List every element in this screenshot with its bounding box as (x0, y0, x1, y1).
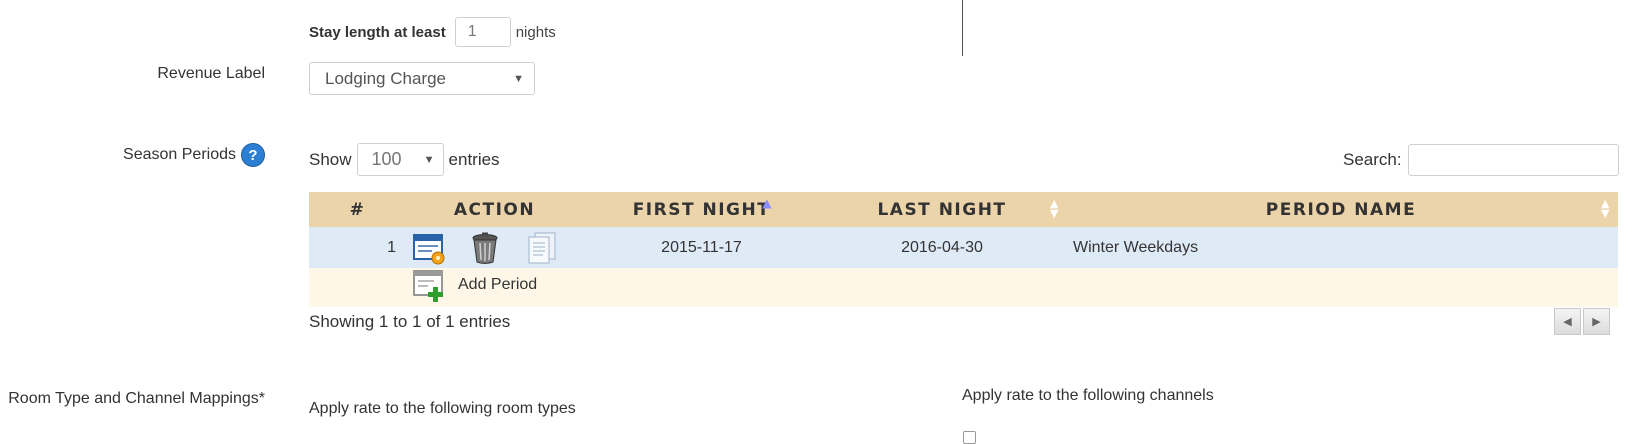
previous-page-button[interactable]: ◀ (1554, 308, 1581, 335)
channels-label: Apply rate to the following channels (962, 387, 1214, 404)
table-header-row: # ACTION FIRST NIGHT ▲ LAST NIGHT ▲ ▼ PER… (309, 192, 1618, 227)
next-page-button[interactable]: ▶ (1583, 308, 1610, 335)
column-header-period-name[interactable]: PERIOD NAME ▲ ▼ (1064, 192, 1618, 227)
chevron-down-icon: ▼ (513, 72, 524, 85)
last-night-cell: 2016-04-30 (820, 227, 1064, 268)
column-divider (962, 0, 963, 56)
period-name-cell: Winter Weekdays (1064, 227, 1618, 268)
channel-checkbox[interactable] (963, 431, 976, 444)
stay-length-unit: nights (515, 23, 556, 41)
season-periods-title: Season Periods ? (0, 143, 265, 167)
show-entries-control: Show 100 ▼ entries (309, 143, 500, 176)
trash-icon[interactable] (468, 231, 502, 265)
add-icon (412, 268, 446, 302)
arrow-right-icon: ▶ (1592, 316, 1601, 328)
stay-length-label: Stay length at least (309, 23, 446, 41)
sort-ascending-icon: ▲ (762, 196, 773, 210)
add-period-row: Add Period (309, 268, 1618, 307)
season-periods-table: # ACTION FIRST NIGHT ▲ LAST NIGHT ▲ ▼ PER… (309, 192, 1618, 307)
search-control: Search: (1343, 144, 1619, 176)
sort-both-icon: ▲ ▼ (1050, 197, 1060, 220)
search-input[interactable] (1407, 144, 1619, 176)
revenue-label-title: Revenue Label (157, 65, 265, 82)
add-period-button[interactable]: Add Period (412, 268, 537, 302)
add-period-label: Add Period (458, 276, 538, 293)
row-actions (406, 227, 583, 268)
first-night-cell: 2015-11-17 (583, 227, 820, 268)
column-header-last-night[interactable]: LAST NIGHT ▲ ▼ (820, 192, 1064, 227)
chevron-down-icon: ▼ (423, 153, 435, 166)
add-period-cell: Add Period (406, 268, 1618, 307)
mappings-title: Room Type and Channel Mappings* (8, 390, 265, 407)
copy-icon[interactable] (525, 231, 559, 265)
sort-both-icon: ▲ ▼ (1601, 197, 1611, 220)
page-size-value: 100 (371, 149, 402, 169)
column-header-action: ACTION (406, 192, 583, 227)
stay-length-input[interactable] (454, 17, 511, 47)
arrow-left-icon: ◀ (1563, 316, 1572, 328)
page-size-select[interactable]: 100 ▼ (356, 143, 444, 176)
entries-label: entries (448, 149, 500, 169)
search-label: Search: (1343, 150, 1402, 169)
season-periods-label: Season Periods (123, 146, 236, 163)
pagination: ◀ ▶ (1554, 308, 1610, 335)
revenue-label-select[interactable]: Lodging Charge ▼ (309, 62, 535, 95)
help-icon[interactable]: ? (241, 143, 265, 167)
table-info: Showing 1 to 1 of 1 entries (309, 312, 511, 331)
show-label: Show (309, 149, 352, 169)
column-header-num[interactable]: # (309, 192, 406, 227)
table-row: 1 2015-11-17 2016-04-30 Winter Weekdays (309, 227, 1618, 268)
row-number: 1 (309, 227, 406, 268)
stay-length-row: Stay length at least nights (309, 17, 556, 47)
revenue-label-selected: Lodging Charge (325, 68, 446, 88)
column-header-first-night[interactable]: FIRST NIGHT ▲ (583, 192, 820, 227)
room-types-label: Apply rate to the following room types (309, 400, 576, 417)
edit-icon[interactable] (412, 231, 446, 265)
